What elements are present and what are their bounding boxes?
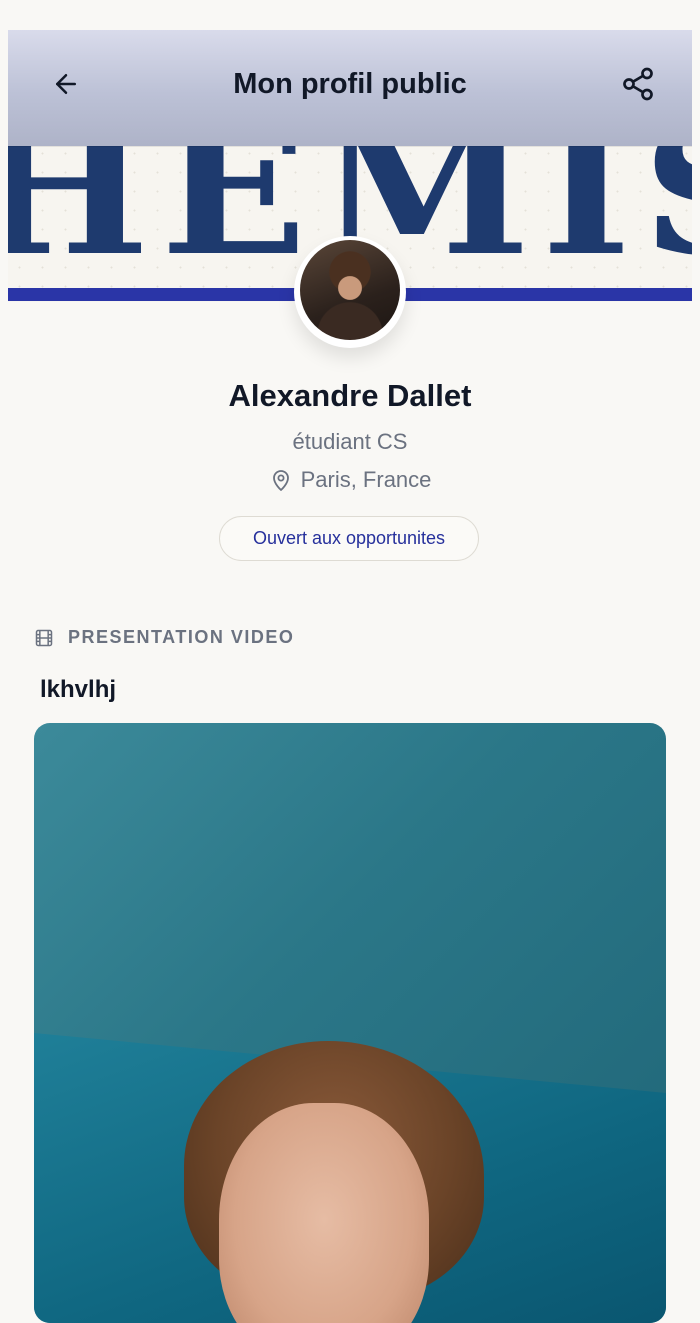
map-pin-icon: [272, 470, 289, 491]
page-title: Mon profil public: [233, 68, 467, 100]
avatar[interactable]: [300, 240, 400, 340]
top-app-bar: Mon profil public: [8, 30, 692, 146]
film-icon: [35, 629, 53, 646]
profile-role: étudiant CS: [292, 429, 408, 454]
profile-name: Alexandre Dallet: [228, 378, 472, 413]
location-label: Paris, France: [300, 467, 432, 492]
share-icon: [623, 67, 653, 101]
video-title: lkhvlhj: [40, 676, 117, 703]
profile-location: Paris, France: [0, 467, 700, 493]
video-subject-face: [219, 1103, 429, 1323]
share-button[interactable]: [618, 64, 658, 104]
open-to-opportunities-badge[interactable]: Ouvert aux opportunites: [219, 516, 479, 561]
avatar-frame: [294, 236, 406, 348]
section-heading: PRESENTATION VIDEO: [68, 627, 295, 647]
section-header: PRESENTATION VIDEO: [34, 627, 294, 648]
presentation-video-player[interactable]: [34, 723, 666, 1323]
